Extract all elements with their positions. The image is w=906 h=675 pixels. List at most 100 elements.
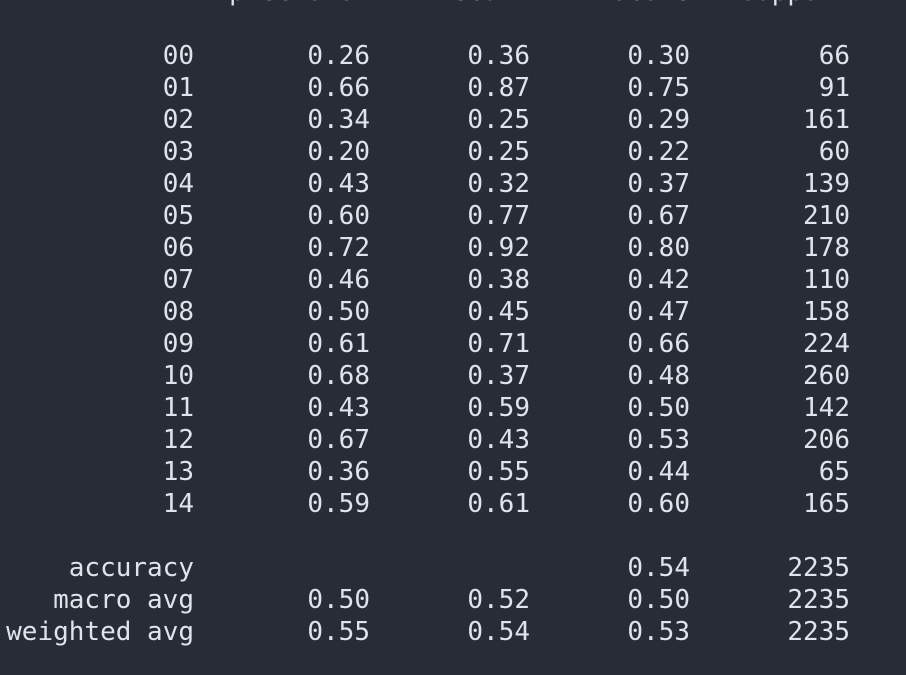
precision-value: 0.68 [307,361,370,391]
precision-value: 0.34 [307,105,370,135]
recall-value: 0.77 [467,201,530,231]
class-row: 07 0.46 0.38 0.42 110 [0,264,906,296]
precision-value: 0.26 [307,41,370,71]
recall-value: 0.55 [467,457,530,487]
f1-score-value: 0.53 [627,425,690,455]
support-value: 60 [818,137,850,167]
class-rows: 00 0.26 0.36 0.30 66 01 0.66 0.87 0.75 91 02 0.34 0.… [0,40,906,520]
row-label: 07 [162,265,194,295]
support-value: 206 [803,425,850,455]
f1-score-value: 0.30 [627,41,690,71]
classification-report: precision recall f1-score support 00 0.26… [0,0,906,648]
class-row: 11 0.43 0.59 0.50 142 [0,392,906,424]
class-row: 10 0.68 0.37 0.48 260 [0,360,906,392]
class-row: 05 0.60 0.77 0.67 210 [0,200,906,232]
recall-value: 0.43 [467,425,530,455]
header-precision: precision [229,0,370,8]
row-label: 09 [162,329,194,359]
support-value: 91 [818,73,850,103]
precision-value: 0.36 [307,457,370,487]
row-label: 01 [162,73,194,103]
row-label: 03 [162,137,194,167]
summary-row: weighted avg 0.55 0.54 0.53 2235 [0,616,906,648]
recall-value: 0.52 [467,585,530,615]
f1-score-value: 0.42 [627,265,690,295]
support-value: 65 [818,457,850,487]
header-support: support [740,0,850,8]
class-row: 13 0.36 0.55 0.44 65 [0,456,906,488]
precision-value: 0.50 [307,585,370,615]
summary-row: accuracy 0.54 2235 [0,552,906,584]
class-row: 12 0.67 0.43 0.53 206 [0,424,906,456]
row-label: 14 [162,489,194,519]
precision-value: 0.67 [307,425,370,455]
precision-value: 0.72 [307,233,370,263]
support-value: 66 [818,41,850,71]
header-f1-score: f1-score [565,0,690,8]
class-row: 08 0.50 0.45 0.47 158 [0,296,906,328]
summary-rows: accuracy 0.54 2235 macro avg 0.50 0.52 0.50 223… [0,552,906,648]
recall-value: 0.54 [467,617,530,647]
recall-value: 0.61 [467,489,530,519]
row-label: 13 [162,457,194,487]
header-recall: recall [436,0,530,8]
f1-score-value: 0.66 [627,329,690,359]
class-row: 02 0.34 0.25 0.29 161 [0,104,906,136]
row-label: 11 [162,393,194,423]
f1-score-value: 0.75 [627,73,690,103]
support-value: 2235 [787,553,850,583]
precision-value: 0.46 [307,265,370,295]
precision-value: 0.43 [307,169,370,199]
recall-value: 0.25 [467,137,530,167]
support-value: 2235 [787,617,850,647]
recall-value: 0.59 [467,393,530,423]
precision-value: 0.59 [307,489,370,519]
precision-value: 0.50 [307,297,370,327]
support-value: 142 [803,393,850,423]
f1-score-value: 0.50 [627,393,690,423]
support-value: 178 [803,233,850,263]
f1-score-value: 0.47 [627,297,690,327]
class-row: 06 0.72 0.92 0.80 178 [0,232,906,264]
support-value: 224 [803,329,850,359]
precision-value: 0.43 [307,393,370,423]
row-label: 02 [162,105,194,135]
summary-row: macro avg 0.50 0.52 0.50 2235 [0,584,906,616]
support-value: 165 [803,489,850,519]
f1-score-value: 0.22 [627,137,690,167]
f1-score-value: 0.60 [627,489,690,519]
f1-score-value: 0.29 [627,105,690,135]
precision-value: 0.66 [307,73,370,103]
row-label: 08 [162,297,194,327]
f1-score-value: 0.37 [627,169,690,199]
f1-score-value: 0.48 [627,361,690,391]
recall-value: 0.37 [467,361,530,391]
row-label: 05 [162,201,194,231]
recall-value: 0.32 [467,169,530,199]
f1-score-value: 0.53 [627,617,690,647]
support-value: 139 [803,169,850,199]
class-row: 01 0.66 0.87 0.75 91 [0,72,906,104]
support-value: 158 [803,297,850,327]
support-value: 260 [803,361,850,391]
row-label: 00 [162,41,194,71]
row-label: 12 [162,425,194,455]
header-row: precision recall f1-score support [0,0,906,8]
f1-score-value: 0.54 [627,553,690,583]
precision-value: 0.55 [307,617,370,647]
support-value: 161 [803,105,850,135]
f1-score-value: 0.67 [627,201,690,231]
recall-value: 0.38 [467,265,530,295]
row-label: 06 [162,233,194,263]
class-row: 03 0.20 0.25 0.22 60 [0,136,906,168]
class-row: 04 0.43 0.32 0.37 139 [0,168,906,200]
f1-score-value: 0.44 [627,457,690,487]
recall-value: 0.45 [467,297,530,327]
row-label: 10 [162,361,194,391]
row-label: weighted avg [6,617,194,647]
f1-score-value: 0.50 [627,585,690,615]
recall-value: 0.71 [467,329,530,359]
class-row: 09 0.61 0.71 0.66 224 [0,328,906,360]
